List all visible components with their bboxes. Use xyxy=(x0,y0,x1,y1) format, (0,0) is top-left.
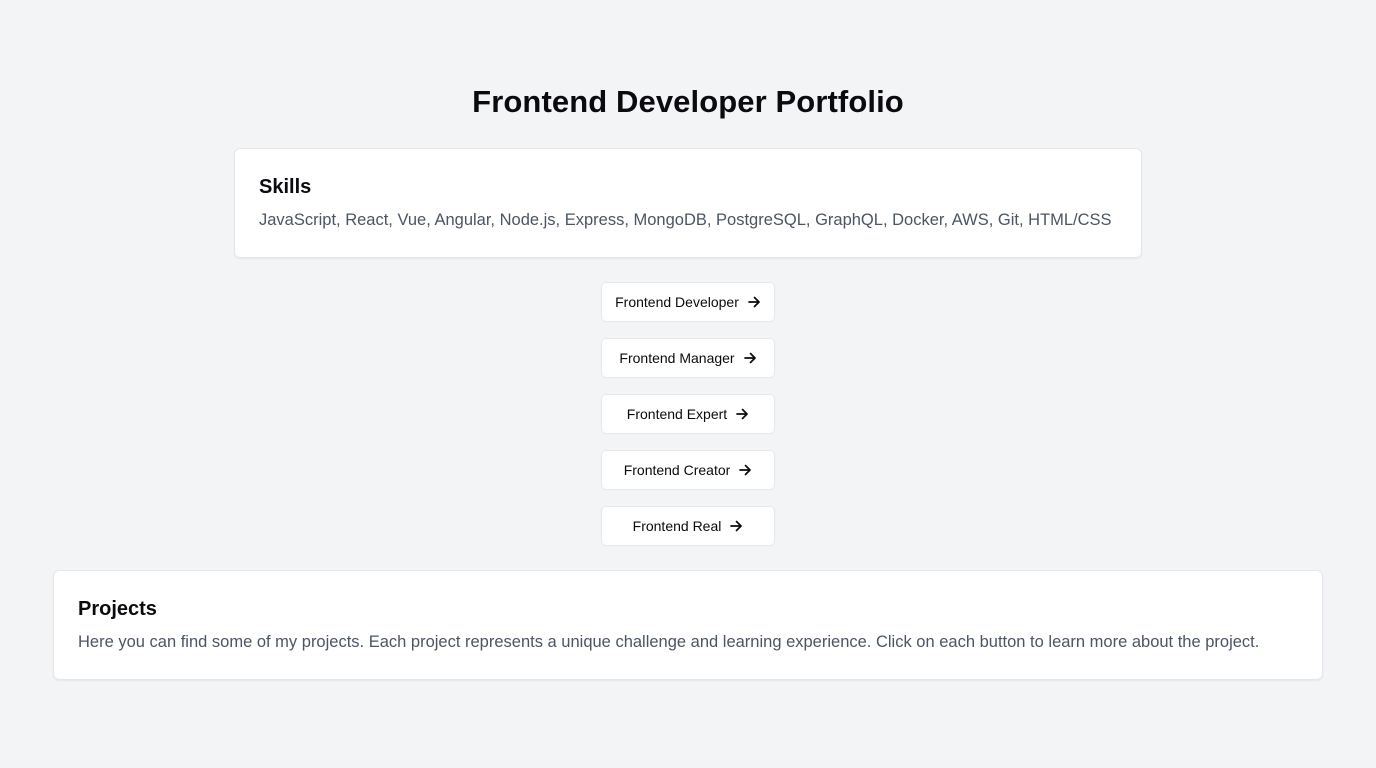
page-title: Frontend Developer Portfolio xyxy=(472,84,904,119)
arrow-right-icon xyxy=(743,351,757,365)
projects-card: Projects Here you can find some of my pr… xyxy=(53,570,1323,680)
arrow-right-icon xyxy=(729,519,743,533)
project-buttons: Frontend Developer Frontend Manager Fron… xyxy=(601,282,775,546)
frontend-real-button[interactable]: Frontend Real xyxy=(601,506,775,546)
frontend-developer-button[interactable]: Frontend Developer xyxy=(601,282,775,322)
frontend-manager-button[interactable]: Frontend Manager xyxy=(601,338,775,378)
projects-heading: Projects xyxy=(78,598,157,620)
button-label: Frontend Developer xyxy=(615,294,739,310)
arrow-right-icon xyxy=(747,295,761,309)
skills-card: Skills JavaScript, React, Vue, Angular, … xyxy=(234,148,1142,258)
button-label: Frontend Manager xyxy=(619,350,735,366)
frontend-expert-button[interactable]: Frontend Expert xyxy=(601,394,775,434)
arrow-right-icon xyxy=(738,463,752,477)
skills-list: JavaScript, React, Vue, Angular, Node.js… xyxy=(259,211,1112,229)
button-label: Frontend Expert xyxy=(626,406,728,422)
button-label: Frontend Real xyxy=(632,518,722,534)
projects-description: Here you can find some of my projects. E… xyxy=(78,633,1260,651)
button-label: Frontend Creator xyxy=(623,462,731,478)
skills-heading: Skills xyxy=(259,176,312,198)
arrow-right-icon xyxy=(735,407,749,421)
frontend-creator-button[interactable]: Frontend Creator xyxy=(601,450,775,490)
